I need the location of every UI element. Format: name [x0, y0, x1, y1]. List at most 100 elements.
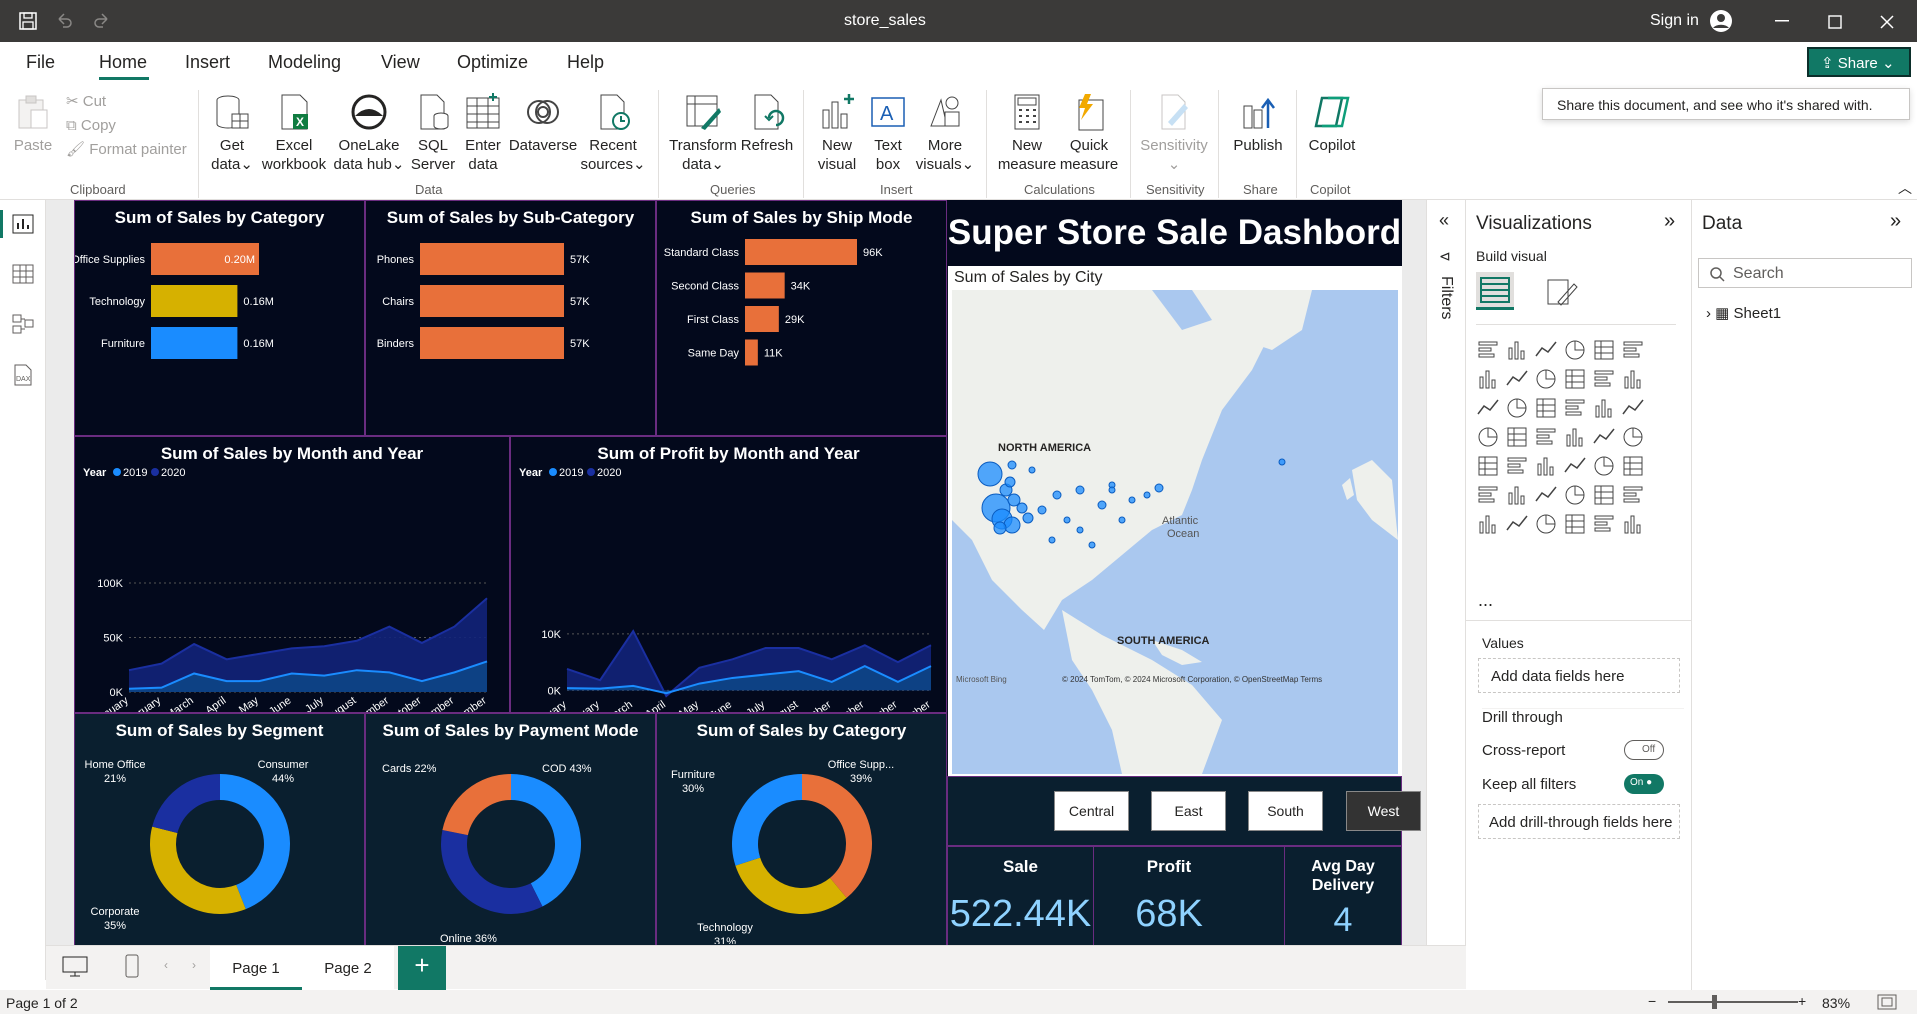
azure-map-visual-icon[interactable]: [1563, 425, 1589, 451]
waterfall-visual-icon[interactable]: [1592, 367, 1618, 393]
sensitivity-button[interactable]: Sensitivity ⌄: [1138, 92, 1210, 174]
gauge-visual-icon[interactable]: [1592, 425, 1618, 451]
stacked-bar-visual-icon[interactable]: [1476, 338, 1502, 364]
new-visual-button[interactable]: New visual: [813, 92, 861, 174]
collapse-ribbon-icon[interactable]: ︿: [1898, 178, 1912, 198]
maximize-icon[interactable]: [1828, 15, 1842, 29]
collapse-visualizations-icon[interactable]: »: [1664, 210, 1675, 233]
100-bar-visual-icon[interactable]: [1592, 338, 1618, 364]
menu-file[interactable]: File: [26, 52, 55, 73]
menu-insert[interactable]: Insert: [185, 52, 230, 73]
kpi-sale[interactable]: Sale 522.44K: [948, 847, 1093, 945]
text-box-button[interactable]: A Text box: [865, 92, 911, 174]
enter-data-button[interactable]: Enter data: [460, 92, 506, 174]
excel-workbook-button[interactable]: X Excel workbook: [259, 92, 329, 174]
power-apps-visual-icon[interactable]: [1505, 512, 1531, 538]
data-search-box[interactable]: Search: [1698, 258, 1912, 288]
power-automate-visual-icon[interactable]: [1534, 512, 1560, 538]
page-tab-2[interactable]: Page 2: [302, 946, 394, 990]
profit-month-area-chart[interactable]: Sum of Profit by Month and Year Year 2019…: [510, 436, 947, 713]
format-painter-button[interactable]: 🖌 Format painter: [66, 140, 187, 159]
new-measure-button[interactable]: New measure: [995, 92, 1059, 174]
cross-report-toggle[interactable]: Off: [1624, 740, 1664, 760]
pie-visual-icon[interactable]: [1592, 396, 1618, 422]
trophy-visual-icon[interactable]: [1621, 483, 1647, 509]
paste-button[interactable]: Paste: [10, 92, 56, 155]
zoom-slider-thumb[interactable]: [1712, 995, 1717, 1009]
shipmode-bar-chart[interactable]: Sum of Sales by Ship Mode Standard Class…: [656, 200, 947, 436]
cut-button[interactable]: ✂ Cut: [66, 92, 106, 111]
funnel-visual-icon[interactable]: [1534, 396, 1560, 422]
kpi-profit[interactable]: Profit 68K: [1094, 847, 1244, 945]
next-page-icon[interactable]: ›: [192, 958, 196, 972]
category-bar-chart[interactable]: Sum of Sales by Category Office Supplies…: [74, 200, 365, 436]
zoom-out-icon[interactable]: −: [1648, 993, 1656, 1009]
python-visual-visual-icon[interactable]: [1476, 483, 1502, 509]
dataverse-button[interactable]: Dataverse: [508, 92, 578, 155]
payment-donut-chart[interactable]: Sum of Sales by Payment Mode COD 43% Onli…: [365, 713, 656, 946]
stacked-area-visual-icon[interactable]: [1534, 367, 1560, 393]
table-view-icon[interactable]: [12, 264, 34, 284]
table-visual-icon[interactable]: [1563, 454, 1589, 480]
more-visuals-ellipsis[interactable]: ...: [1478, 590, 1493, 611]
table-sheet1[interactable]: › ▦ Sheet1: [1706, 304, 1781, 322]
kpi-visual-icon[interactable]: [1505, 454, 1531, 480]
get-data-button[interactable]: Get data⌄: [207, 92, 257, 174]
donut-visual-icon[interactable]: [1621, 396, 1647, 422]
close-icon[interactable]: [1880, 15, 1894, 29]
report-view-icon[interactable]: [12, 214, 34, 234]
onelake-button[interactable]: OneLake data hub⌄: [331, 92, 407, 174]
line-column-visual-icon[interactable]: [1621, 367, 1647, 393]
area-visual-icon[interactable]: [1505, 367, 1531, 393]
map-visual-icon[interactable]: [1505, 425, 1531, 451]
paginated-visual-icon[interactable]: [1476, 512, 1502, 538]
line-visual-icon[interactable]: [1476, 367, 1502, 393]
region-south[interactable]: South: [1248, 791, 1323, 831]
refresh-button[interactable]: Refresh: [740, 92, 794, 155]
100-column-visual-icon[interactable]: [1621, 338, 1647, 364]
undo-icon[interactable]: [54, 11, 74, 31]
copilot-button[interactable]: Copilot: [1304, 92, 1360, 155]
zoom-slider[interactable]: [1668, 1001, 1798, 1003]
key-influencers-visual-icon[interactable]: [1505, 483, 1531, 509]
transform-data-button[interactable]: Transform data⌄: [668, 92, 738, 174]
city-map-visual[interactable]: Sum of Sales by City NORTH AMERICA SOUTH…: [948, 266, 1402, 776]
filters-pane-collapsed[interactable]: « ⊲ Filters: [1426, 200, 1466, 945]
add-page-button[interactable]: +: [398, 946, 446, 990]
sales-month-area-chart[interactable]: Sum of Sales by Month and Year Year 2019 2…: [74, 436, 510, 713]
mobile-layout-icon[interactable]: [124, 954, 140, 978]
keep-filters-toggle[interactable]: On ●: [1624, 774, 1664, 794]
format-visual-icon[interactable]: [1544, 276, 1578, 308]
kpi-delivery[interactable]: Avg Day Delivery 4: [1285, 847, 1401, 945]
publish-button[interactable]: Publish: [1228, 92, 1288, 155]
menu-view[interactable]: View: [381, 52, 420, 73]
region-west[interactable]: West: [1346, 791, 1421, 831]
filled-map-visual-icon[interactable]: [1534, 425, 1560, 451]
region-central[interactable]: Central: [1054, 791, 1129, 831]
zoom-in-icon[interactable]: +: [1798, 993, 1806, 1009]
treemap-visual-icon[interactable]: [1476, 425, 1502, 451]
expand-filters-icon[interactable]: «: [1439, 210, 1449, 231]
multi-row-card-visual-icon[interactable]: [1476, 454, 1502, 480]
recent-sources-button[interactable]: Recent sources⌄: [580, 92, 646, 174]
segment-donut-chart[interactable]: Sum of Sales by Segment Consumer 44% Corpo…: [74, 713, 365, 946]
region-east[interactable]: East: [1151, 791, 1226, 831]
region-slicer[interactable]: Central East South West: [947, 776, 1421, 846]
diamond-visual-icon[interactable]: [1592, 512, 1618, 538]
metrics-visual-icon[interactable]: [1563, 512, 1589, 538]
redo-icon[interactable]: [92, 11, 112, 31]
dax-query-view-icon[interactable]: DAX: [12, 364, 34, 386]
stacked-column-visual-icon[interactable]: [1505, 338, 1531, 364]
account-icon[interactable]: [1709, 9, 1733, 33]
menu-modeling[interactable]: Modeling: [268, 52, 341, 73]
page-tab-1[interactable]: Page 1: [210, 946, 302, 990]
decomposition-tree-visual-icon[interactable]: [1534, 483, 1560, 509]
scatter-visual-icon[interactable]: [1505, 396, 1531, 422]
minimize-icon[interactable]: [1775, 20, 1791, 22]
menu-help[interactable]: Help: [567, 52, 604, 73]
desktop-layout-icon[interactable]: [62, 956, 88, 978]
quick-measure-button[interactable]: Quick measure: [1058, 92, 1120, 174]
menu-optimize[interactable]: Optimize: [457, 52, 528, 73]
menu-home[interactable]: Home: [99, 52, 147, 73]
values-drop-zone[interactable]: Add data fields here: [1478, 658, 1680, 693]
